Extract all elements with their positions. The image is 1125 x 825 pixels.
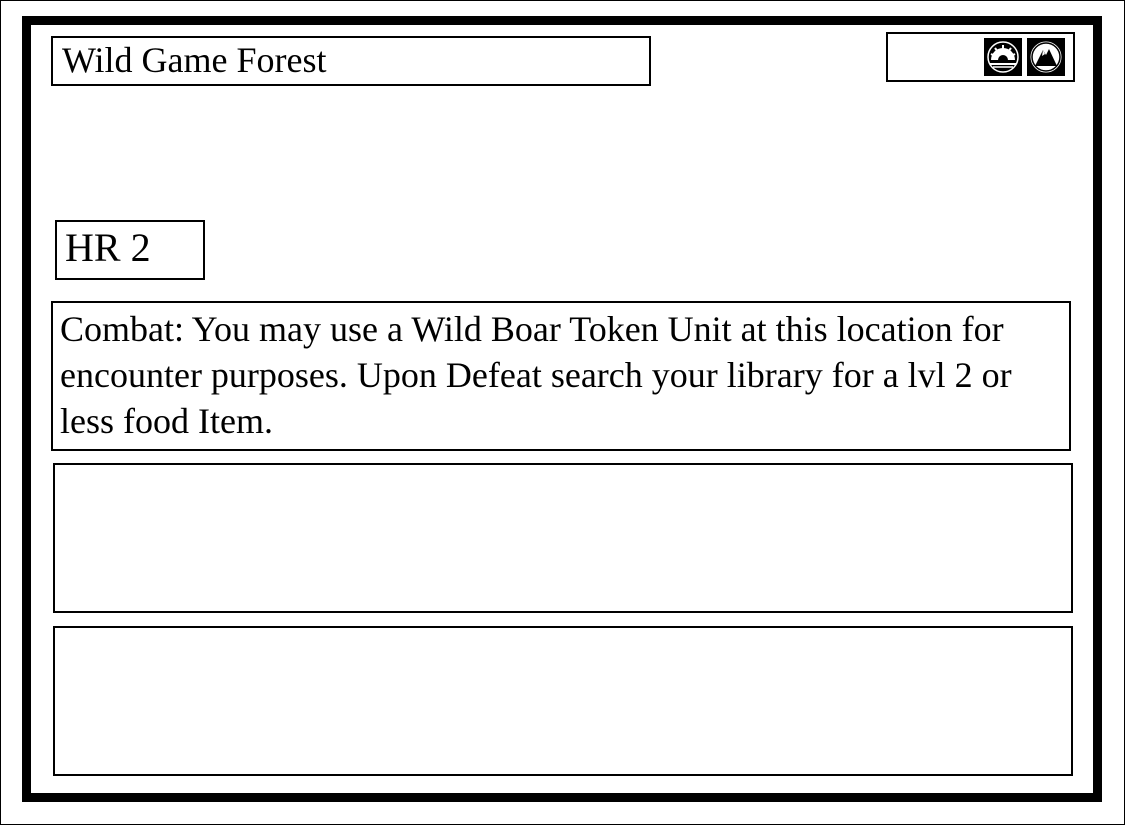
icon-panel (886, 32, 1075, 82)
card-title: Wild Game Forest (51, 36, 651, 86)
mountain-icon (1027, 38, 1065, 76)
empty-panel-2 (53, 626, 1073, 776)
sun-icon (984, 38, 1022, 76)
empty-panel-1 (53, 463, 1073, 613)
hr-label: HR 2 (55, 220, 205, 280)
ability-text: Combat: You may use a Wild Boar Token Un… (51, 301, 1071, 451)
